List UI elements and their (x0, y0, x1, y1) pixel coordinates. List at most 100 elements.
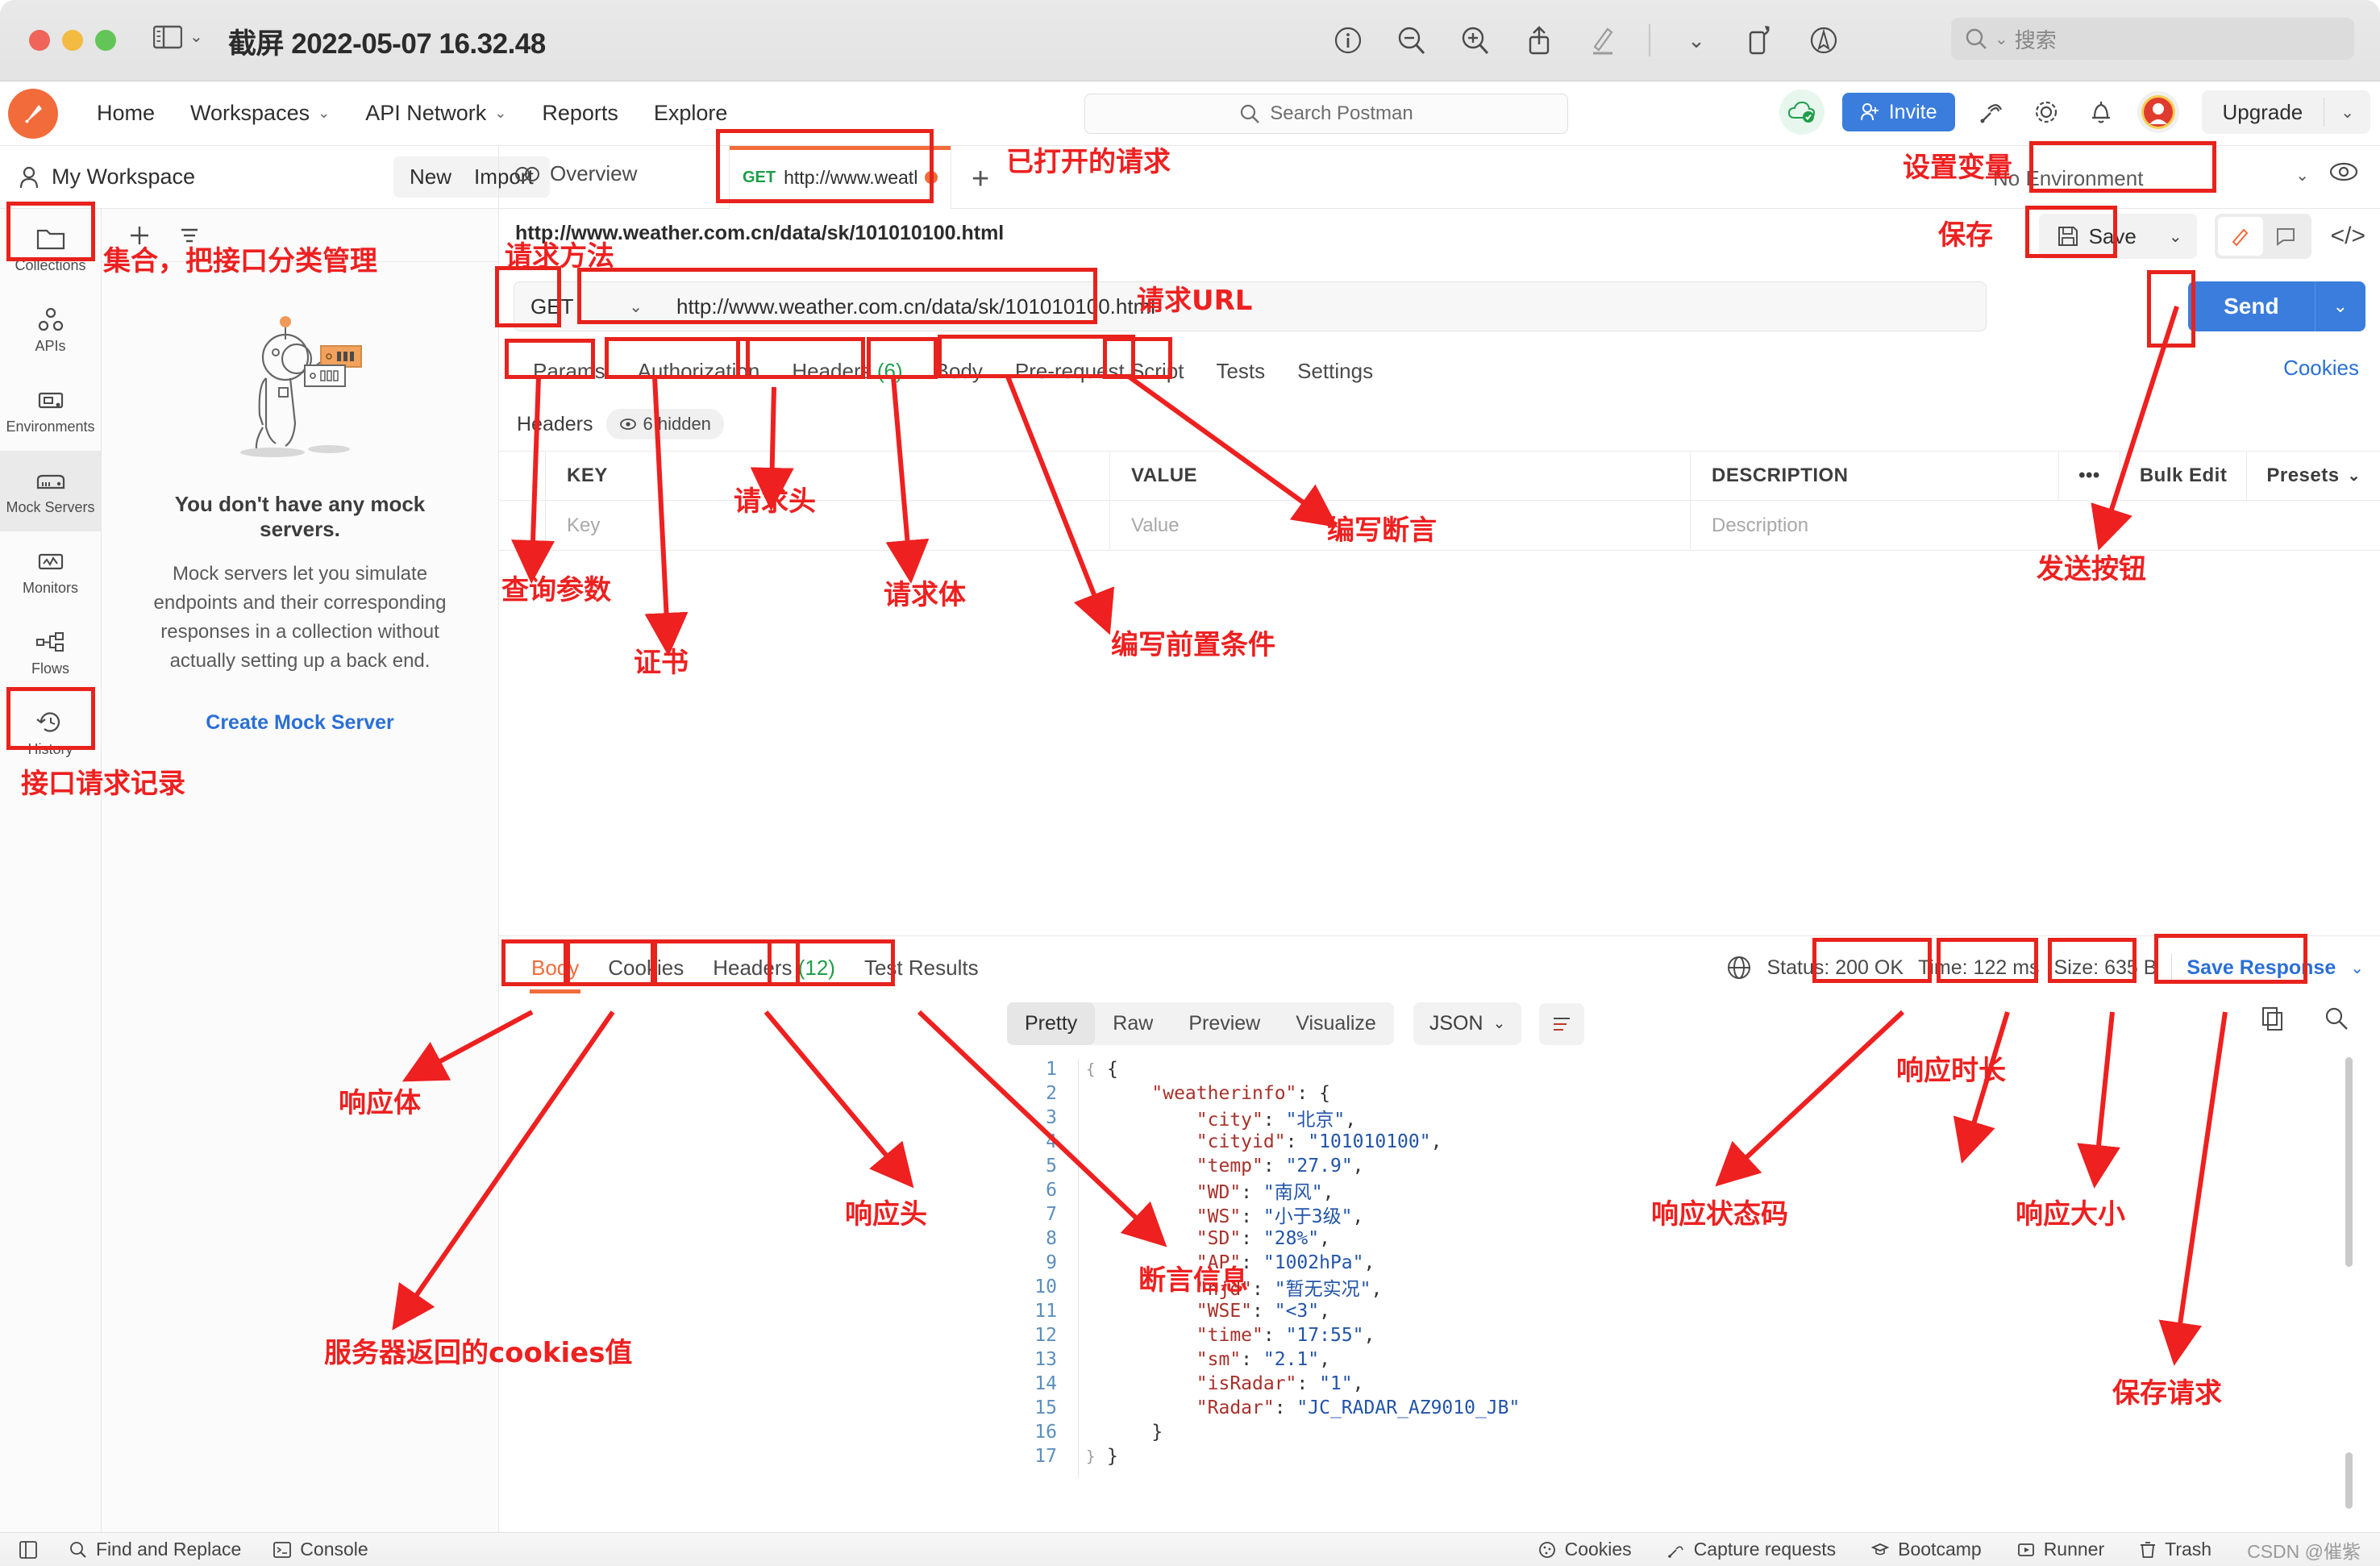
presets-button[interactable]: Presets ⌄ (2246, 451, 2380, 501)
zoom-out-icon[interactable] (1394, 23, 1429, 58)
response-scrollbar-thumb[interactable] (2345, 1057, 2353, 1267)
find-and-replace-button[interactable]: Find and Replace (69, 1539, 241, 1560)
save-response-button[interactable]: Save Response (2187, 956, 2336, 980)
method-selector[interactable]: GET ⌄ (514, 281, 659, 331)
avatar[interactable] (2137, 91, 2179, 133)
code-text: "WD": "南风", (1196, 1182, 1334, 1203)
table-row[interactable]: Key Value Description (499, 500, 2380, 551)
response-tab-cookies[interactable]: Cookies (593, 948, 698, 989)
info-icon[interactable] (1330, 23, 1366, 58)
format-preview[interactable]: Preview (1171, 1002, 1278, 1045)
tab-params[interactable]: Params (517, 351, 622, 392)
chevron-down-icon[interactable]: ⌄ (1679, 23, 1714, 58)
chevron-down-icon[interactable]: ⌄ (2295, 165, 2309, 185)
response-tab-body[interactable]: Body (517, 948, 593, 993)
save-button[interactable]: Save (2038, 214, 2154, 259)
rotate-icon[interactable] (1742, 23, 1778, 58)
annotate-icon[interactable] (1806, 23, 1841, 58)
postman-search-input[interactable]: Search Postman (1084, 94, 1568, 134)
tab-body[interactable]: Body (919, 351, 999, 392)
sidebar-toggle-button[interactable]: ⌄ (153, 24, 203, 50)
capture-requests-button[interactable]: Capture requests (1667, 1539, 1836, 1560)
sync-status-icon[interactable] (1779, 90, 1825, 135)
share-icon[interactable] (1521, 23, 1557, 58)
hidden-headers-pill[interactable]: 6 hidden (605, 409, 724, 439)
sidebar-item-history[interactable]: History (0, 693, 101, 773)
workspace-selector[interactable]: My Workspace (18, 165, 195, 190)
send-dropdown-button[interactable]: ⌄ (2314, 281, 2365, 331)
url-input[interactable]: http://www.weather.com.cn/data/sk/101010… (659, 281, 1987, 331)
bulk-edit-button[interactable]: Bulk Edit (2119, 451, 2247, 501)
tab-headers[interactable]: Headers (6) (776, 351, 918, 392)
chevron-down-icon[interactable]: ⌄ (2350, 958, 2364, 978)
open-request-tab[interactable]: GET http://www.weather.co (729, 146, 951, 209)
bell-icon[interactable] (2082, 94, 2120, 131)
format-raw[interactable]: Raw (1095, 1002, 1171, 1045)
maximize-window-button[interactable] (95, 30, 116, 51)
overview-tab[interactable]: Overview (514, 161, 637, 186)
code-snippet-icon[interactable]: </> (2331, 223, 2365, 250)
sidebar-item-apis[interactable]: APIs (0, 289, 101, 370)
sidebar-collapse-button[interactable] (19, 1540, 37, 1560)
gear-icon[interactable] (2028, 94, 2065, 131)
close-window-button[interactable] (29, 30, 50, 51)
sidebar-item-mock-servers[interactable]: Mock Servers (0, 451, 101, 531)
environment-selector[interactable]: No Environment (1993, 159, 2275, 198)
wrap-lines-button[interactable] (1539, 1002, 1585, 1045)
format-visualize[interactable]: Visualize (1278, 1002, 1394, 1045)
macos-search-field[interactable]: ⌄ 搜索 (1951, 18, 2354, 60)
cookies-link[interactable]: Cookies (2283, 356, 2359, 381)
nav-api-network[interactable]: API Network ⌄ (347, 101, 524, 126)
edit-mode-button[interactable] (2217, 217, 2263, 256)
sidebar-item-flows[interactable]: Flows (0, 612, 101, 693)
fold-marker[interactable]: { (1086, 1060, 1107, 1078)
markup-icon[interactable] (1585, 23, 1621, 58)
chevron-down-icon[interactable]: ⌄ (2324, 102, 2370, 123)
nav-reports[interactable]: Reports (524, 101, 636, 126)
tab-tests[interactable]: Tests (1200, 351, 1281, 392)
nav-workspaces[interactable]: Workspaces ⌄ (173, 101, 347, 126)
nav-home[interactable]: Home (79, 101, 173, 126)
sidebar-item-monitors[interactable]: Monitors (0, 531, 101, 612)
window-title: 截屏 2022-05-07 16.32.48 (228, 28, 546, 60)
zoom-in-icon[interactable] (1458, 23, 1493, 58)
response-tab-test-results[interactable]: Test Results (850, 948, 993, 989)
mock-empty-description: Mock servers let you simulate endpoints … (153, 563, 447, 672)
response-body-code[interactable]: 1{{2 "weatherinfo": {3 "city": "北京", 4 "c… (1007, 1057, 2332, 1524)
upgrade-button[interactable]: Upgrade (2202, 100, 2324, 125)
row-checkbox-cell[interactable] (499, 500, 546, 551)
send-button[interactable]: Send (2188, 281, 2315, 331)
code-text: "isRadar": "1", (1196, 1373, 1364, 1394)
format-pretty[interactable]: Pretty (1007, 1002, 1096, 1045)
cookies-button[interactable]: Cookies (1538, 1539, 1632, 1560)
tab-settings[interactable]: Settings (1281, 351, 1389, 392)
content-type-selector[interactable]: JSON ⌄ (1413, 1002, 1522, 1045)
new-button[interactable]: New (393, 156, 468, 198)
tab-authorization[interactable]: Authorization (622, 351, 776, 392)
eye-icon[interactable] (2328, 160, 2359, 187)
tab-pre-request-script[interactable]: Pre-request Script (999, 351, 1200, 392)
fold-marker[interactable]: } (1086, 1447, 1107, 1465)
sidebar-item-environments[interactable]: Environments (0, 370, 101, 451)
bootcamp-button[interactable]: Bootcamp (1871, 1539, 1982, 1560)
invite-button[interactable]: Invite (1841, 93, 1955, 131)
comment-mode-button[interactable] (2263, 217, 2308, 256)
satellite-icon (1667, 1545, 1683, 1558)
add-icon[interactable] (126, 222, 153, 249)
response-tab-headers[interactable]: Headers (12) (698, 948, 850, 989)
sidebar-item-collections[interactable]: Collections (0, 209, 101, 289)
search-icon[interactable] (2324, 1006, 2349, 1035)
response-scrollbar-thumb-secondary[interactable] (2345, 1452, 2353, 1509)
new-tab-button[interactable]: + (972, 164, 989, 194)
trash-button[interactable]: Trash (2140, 1539, 2211, 1560)
runner-button[interactable]: Runner (2017, 1539, 2104, 1560)
filter-icon[interactable] (176, 222, 203, 249)
capture-requests-icon[interactable] (1973, 94, 2010, 131)
save-dropdown-button[interactable]: ⌄ (2153, 214, 2197, 259)
copy-icon[interactable] (2261, 1006, 2285, 1035)
console-button[interactable]: Console (273, 1539, 368, 1560)
more-options-icon[interactable]: ••• (2058, 451, 2120, 501)
create-mock-server-link[interactable]: Create Mock Server (137, 711, 463, 735)
nav-explore[interactable]: Explore (636, 101, 746, 126)
minimize-window-button[interactable] (62, 30, 83, 51)
